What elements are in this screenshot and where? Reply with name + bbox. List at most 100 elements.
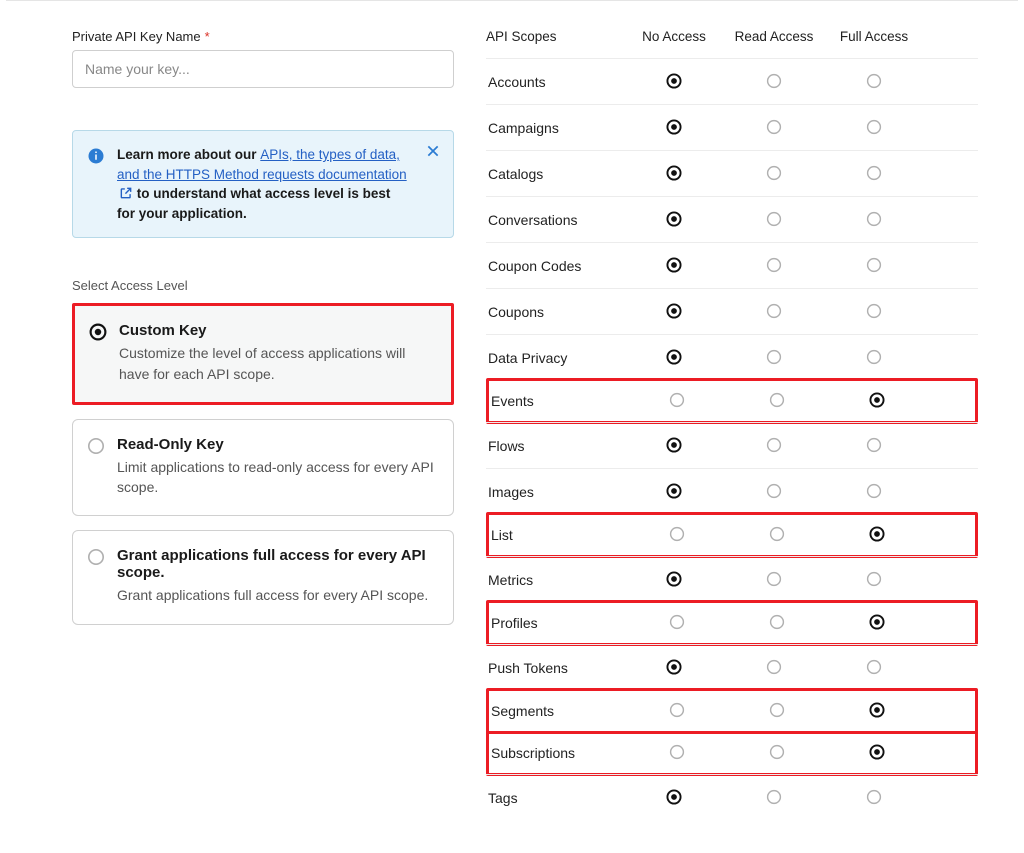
- scope-full-radio[interactable]: [868, 701, 886, 719]
- scope-none-radio[interactable]: [668, 743, 686, 761]
- scope-header: API Scopes No Access Read Access Full Ac…: [486, 29, 978, 58]
- access-desc-0: Customize the level of access applicatio…: [119, 343, 433, 384]
- scope-name: Conversations: [486, 212, 624, 228]
- scope-name: Coupons: [486, 304, 624, 320]
- scope-full-radio[interactable]: [865, 256, 883, 274]
- scope-name: Push Tokens: [486, 660, 624, 676]
- scope-none-radio[interactable]: [665, 658, 683, 676]
- scope-name: Images: [486, 484, 624, 500]
- scope-none-radio[interactable]: [665, 436, 683, 454]
- access-radio-2[interactable]: [87, 548, 105, 566]
- scope-row-coupon-codes: Coupon Codes: [486, 242, 978, 288]
- scope-name: Campaigns: [486, 120, 624, 136]
- scope-name: Segments: [489, 703, 627, 719]
- scope-row-data-privacy: Data Privacy: [486, 334, 978, 380]
- scope-read-radio[interactable]: [765, 570, 783, 588]
- scope-row-accounts: Accounts: [486, 58, 978, 104]
- info-banner: Learn more about our APIs, the types of …: [72, 130, 454, 238]
- scope-none-radio[interactable]: [665, 788, 683, 806]
- scope-name: Catalogs: [486, 166, 624, 182]
- scope-name: Events: [489, 393, 627, 409]
- scope-full-radio[interactable]: [868, 391, 886, 409]
- scope-full-radio[interactable]: [865, 482, 883, 500]
- scope-read-radio[interactable]: [765, 658, 783, 676]
- scope-name: Profiles: [489, 615, 627, 631]
- scope-row-list: List: [486, 512, 978, 558]
- scope-full-radio[interactable]: [865, 658, 883, 676]
- scope-row-subscriptions: Subscriptions: [486, 730, 978, 776]
- access-option-2[interactable]: Grant applications full access for every…: [72, 530, 454, 624]
- scope-name: Tags: [486, 790, 624, 806]
- scope-read-radio[interactable]: [765, 256, 783, 274]
- scope-read-radio[interactable]: [765, 348, 783, 366]
- access-option-0[interactable]: Custom Key Customize the level of access…: [72, 303, 454, 405]
- access-level-label: Select Access Level: [72, 278, 454, 293]
- scope-row-images: Images: [486, 468, 978, 514]
- scope-row-catalogs: Catalogs: [486, 150, 978, 196]
- info-icon: [87, 147, 105, 170]
- scope-read-radio[interactable]: [765, 72, 783, 90]
- close-icon[interactable]: [425, 143, 441, 164]
- scope-full-radio[interactable]: [865, 210, 883, 228]
- scope-none-radio[interactable]: [665, 164, 683, 182]
- access-title-0: Custom Key: [119, 322, 433, 339]
- scope-read-radio[interactable]: [768, 525, 786, 543]
- scope-full-radio[interactable]: [865, 436, 883, 454]
- scope-none-radio[interactable]: [668, 613, 686, 631]
- scope-read-radio[interactable]: [765, 788, 783, 806]
- scope-name: List: [489, 527, 627, 543]
- scope-read-radio[interactable]: [765, 482, 783, 500]
- scope-none-radio[interactable]: [665, 348, 683, 366]
- scope-row-segments: Segments: [486, 688, 978, 734]
- access-title-2: Grant applications full access for every…: [117, 547, 435, 581]
- scope-none-radio[interactable]: [668, 391, 686, 409]
- scope-read-radio[interactable]: [765, 210, 783, 228]
- scope-name: Coupon Codes: [486, 258, 624, 274]
- scope-full-radio[interactable]: [865, 570, 883, 588]
- key-name-input[interactable]: [72, 50, 454, 88]
- scope-read-radio[interactable]: [768, 743, 786, 761]
- scope-name: Metrics: [486, 572, 624, 588]
- key-name-label: Private API Key Name*: [72, 29, 454, 44]
- access-desc-1: Limit applications to read-only access f…: [117, 457, 435, 498]
- scope-row-flows: Flows: [486, 422, 978, 468]
- scope-row-tags: Tags: [486, 774, 978, 820]
- scope-name: Flows: [486, 438, 624, 454]
- scope-full-radio[interactable]: [865, 164, 883, 182]
- scope-row-events: Events: [486, 378, 978, 424]
- scope-row-metrics: Metrics: [486, 556, 978, 602]
- scope-full-radio[interactable]: [865, 788, 883, 806]
- scope-full-radio[interactable]: [865, 118, 883, 136]
- access-radio-0[interactable]: [89, 323, 107, 341]
- scope-full-radio[interactable]: [868, 743, 886, 761]
- scope-full-radio[interactable]: [865, 72, 883, 90]
- scope-read-radio[interactable]: [765, 436, 783, 454]
- scope-none-radio[interactable]: [665, 118, 683, 136]
- scope-none-radio[interactable]: [665, 482, 683, 500]
- scope-read-radio[interactable]: [768, 391, 786, 409]
- scope-none-radio[interactable]: [665, 72, 683, 90]
- access-option-1[interactable]: Read-Only Key Limit applications to read…: [72, 419, 454, 517]
- access-radio-1[interactable]: [87, 437, 105, 455]
- scope-none-radio[interactable]: [668, 525, 686, 543]
- scope-name: Accounts: [486, 74, 624, 90]
- scope-name: Data Privacy: [486, 350, 624, 366]
- scope-full-radio[interactable]: [868, 525, 886, 543]
- access-desc-2: Grant applications full access for every…: [117, 585, 435, 605]
- scope-full-radio[interactable]: [865, 348, 883, 366]
- scope-read-radio[interactable]: [768, 613, 786, 631]
- scope-read-radio[interactable]: [765, 118, 783, 136]
- scope-read-radio[interactable]: [768, 701, 786, 719]
- scope-none-radio[interactable]: [665, 570, 683, 588]
- scope-read-radio[interactable]: [765, 302, 783, 320]
- scope-none-radio[interactable]: [665, 302, 683, 320]
- scope-full-radio[interactable]: [865, 302, 883, 320]
- scope-none-radio[interactable]: [665, 210, 683, 228]
- scope-row-profiles: Profiles: [486, 600, 978, 646]
- scope-none-radio[interactable]: [665, 256, 683, 274]
- scope-full-radio[interactable]: [868, 613, 886, 631]
- scope-none-radio[interactable]: [668, 701, 686, 719]
- scope-row-push-tokens: Push Tokens: [486, 644, 978, 690]
- scope-read-radio[interactable]: [765, 164, 783, 182]
- access-title-1: Read-Only Key: [117, 436, 435, 453]
